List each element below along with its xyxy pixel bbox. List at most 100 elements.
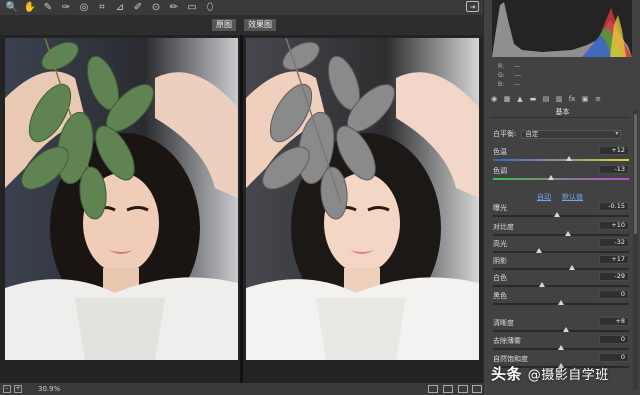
- radial-filter-icon[interactable]: ⬯: [201, 0, 219, 15]
- straighten-tool-icon[interactable]: ⊿: [111, 0, 129, 15]
- toggle-preview-icon[interactable]: [472, 385, 482, 393]
- slider-value-field[interactable]: -32: [599, 238, 629, 247]
- white-balance-select[interactable]: 自定: [521, 129, 622, 139]
- red-eye-tool-icon[interactable]: ⊙: [147, 0, 165, 15]
- b-value: ---: [514, 81, 521, 88]
- slider-track[interactable]: [493, 159, 629, 161]
- slider-value-field[interactable]: +8: [599, 317, 629, 326]
- slider-track[interactable]: [493, 268, 629, 270]
- panel-tab-icon[interactable]: ▬: [528, 95, 538, 104]
- default-link[interactable]: 默认值: [562, 192, 583, 202]
- panel-tab-icon[interactable]: ▤: [541, 95, 551, 104]
- slider-row: 曝光 -0.15: [493, 202, 629, 221]
- slider-thumb[interactable]: [568, 265, 575, 270]
- slider-track[interactable]: [493, 234, 629, 236]
- hand-tool-icon[interactable]: ✋: [21, 0, 39, 15]
- panel-tab-icon[interactable]: ▥: [554, 95, 564, 104]
- slider-thumb[interactable]: [538, 282, 545, 287]
- slider-value-field[interactable]: -29: [599, 272, 629, 281]
- slider-value-field[interactable]: +10: [599, 221, 629, 230]
- auto-link[interactable]: 自动: [537, 192, 551, 202]
- slider-thumb[interactable]: [548, 175, 555, 180]
- zoom-out-button[interactable]: -: [3, 385, 11, 393]
- slider-track[interactable]: [493, 330, 629, 332]
- scrollbar-knob[interactable]: [634, 114, 637, 234]
- slider-thumb[interactable]: [558, 345, 564, 350]
- panel-tab-icon[interactable]: fx: [567, 95, 577, 104]
- b-label: B:: [498, 81, 505, 88]
- slider-value-field[interactable]: +17: [599, 255, 629, 264]
- slider-row: 黑色 0: [493, 290, 629, 309]
- crop-tool-icon[interactable]: ⌗: [93, 0, 111, 15]
- slider-label: 色温: [493, 148, 507, 156]
- zoom-level[interactable]: 30.9%: [38, 385, 60, 393]
- section-divider: [490, 117, 630, 118]
- histogram: [492, 0, 632, 57]
- zoom-tool-icon[interactable]: 🔍: [3, 0, 21, 15]
- white-balance-row: 白平衡: 自定: [493, 129, 622, 139]
- watermark-logo-text: 头条: [491, 365, 523, 383]
- section-title: 基本: [555, 108, 570, 116]
- slider-value-field[interactable]: 0: [599, 290, 629, 299]
- slider-thumb[interactable]: [536, 248, 543, 253]
- watermark-account: @摄影自学班: [527, 368, 609, 383]
- panel-tab-icon[interactable]: ▣: [580, 95, 590, 104]
- after-view-label[interactable]: 效果图: [244, 19, 276, 31]
- before-after-toggle-icon[interactable]: [428, 385, 438, 393]
- after-photo: [246, 38, 479, 360]
- view-label-bar: 原图 效果图: [0, 15, 483, 35]
- slider-value-field[interactable]: -0.15: [599, 202, 629, 211]
- slider-track[interactable]: [493, 285, 629, 287]
- spot-removal-tool-icon[interactable]: ✐: [129, 0, 147, 15]
- g-value: ---: [514, 72, 522, 79]
- slider-label: 对比度: [493, 223, 514, 231]
- rgb-readout: R: --- G: --- B: ---: [498, 62, 521, 89]
- slider-thumb[interactable]: [553, 212, 560, 217]
- slider-track[interactable]: [493, 178, 629, 180]
- r-label: R:: [498, 63, 505, 70]
- slider-track[interactable]: [493, 251, 629, 253]
- slider-row: 色温 +12: [493, 146, 629, 165]
- slider-label: 曝光: [493, 204, 507, 212]
- white-balance-label: 白平衡:: [493, 130, 517, 138]
- slider-row: 清晰度 +8: [493, 317, 629, 336]
- slider-value-field[interactable]: 0: [599, 335, 629, 344]
- watermark: 头条 @摄影自学班: [491, 363, 609, 384]
- r-value: ---: [514, 63, 521, 70]
- slider-label: 去除薄雾: [493, 337, 521, 345]
- preview-canvas[interactable]: [0, 35, 483, 383]
- view-divider: [240, 35, 243, 383]
- slider-thumb[interactable]: [558, 300, 564, 305]
- slider-thumb[interactable]: [563, 327, 570, 332]
- g-label: G:: [498, 72, 505, 79]
- before-photo: [5, 38, 238, 360]
- slider-thumb[interactable]: [564, 231, 571, 236]
- slider-value-field[interactable]: +12: [599, 146, 629, 155]
- panel-tab-icon[interactable]: ◉: [489, 95, 499, 104]
- white-balance-tool-icon[interactable]: ✎: [39, 0, 57, 15]
- slider-value-field[interactable]: 0: [599, 353, 629, 362]
- before-view-label[interactable]: 原图: [212, 19, 236, 31]
- slider-track[interactable]: [493, 215, 629, 217]
- panel-tab-icon[interactable]: ▲: [515, 95, 525, 104]
- color-sampler-tool-icon[interactable]: ✑: [57, 0, 75, 15]
- swap-settings-icon[interactable]: [443, 385, 453, 393]
- slider-label: 色调: [493, 167, 507, 175]
- graduated-filter-icon[interactable]: ▭: [183, 0, 201, 15]
- panel-scrollbar[interactable]: [633, 110, 638, 390]
- copy-settings-icon[interactable]: [458, 385, 468, 393]
- targeted-adjustment-tool-icon[interactable]: ◎: [75, 0, 93, 15]
- open-panel-icon[interactable]: ⇥: [466, 1, 479, 12]
- slider-row: 白色 -29: [493, 272, 629, 291]
- slider-label: 清晰度: [493, 319, 514, 327]
- status-bar: - + 30.9%: [0, 383, 483, 395]
- slider-value-field[interactable]: -13: [599, 165, 629, 174]
- zoom-in-button[interactable]: +: [14, 385, 22, 393]
- adjustment-brush-icon[interactable]: ✏: [165, 0, 183, 15]
- slider-thumb[interactable]: [566, 156, 573, 161]
- slider-row: 去除薄雾 0: [493, 335, 629, 354]
- panel-tab-icon[interactable]: ≡: [593, 95, 603, 104]
- panel-tab-icon[interactable]: ▦: [502, 95, 512, 104]
- adjustment-panel: R: --- G: --- B: --- ◉ ▦ ▲ ▬ ▤ ▥ fx ▣ ≡ 基本 白平衡: 自定 …: [483, 0, 640, 395]
- slider-label: 黑色: [493, 292, 507, 300]
